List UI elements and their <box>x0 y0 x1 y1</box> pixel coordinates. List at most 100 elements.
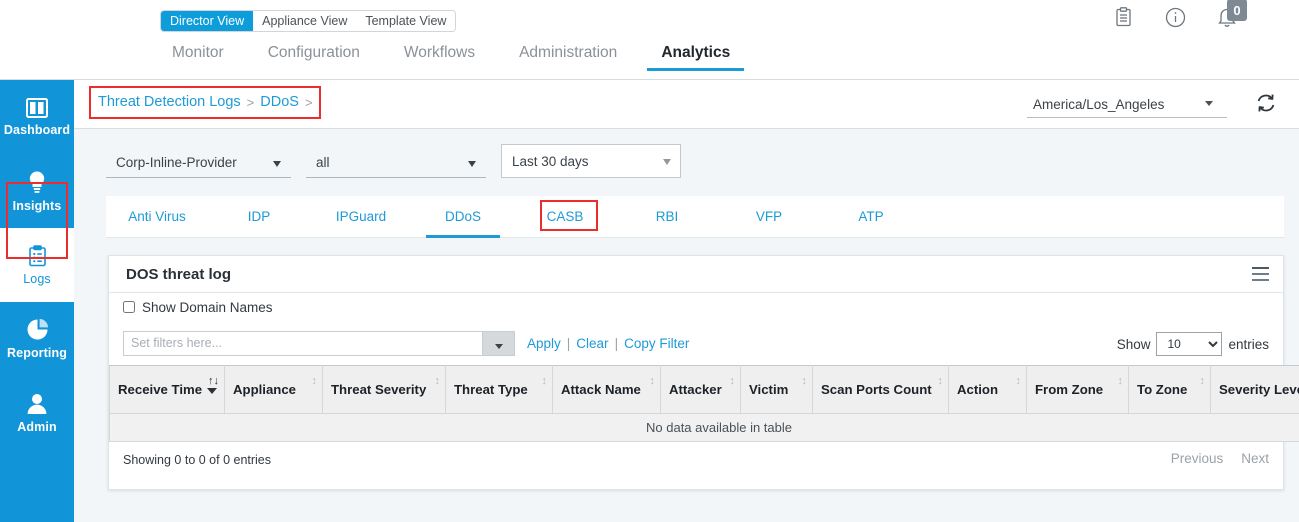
column-label: Threat Severity <box>331 382 426 397</box>
hamburger-menu-icon[interactable] <box>1252 267 1269 281</box>
notification-count-badge: 0 <box>1227 0 1247 21</box>
sidebar-item-reporting[interactable]: Reporting <box>0 302 74 376</box>
info-icon[interactable] <box>1163 5 1187 29</box>
table-header-row: Receive Time ↑↓ Appliance ↕ Threat Sever… <box>110 366 1299 414</box>
table-empty-row: No data available in table <box>110 414 1299 442</box>
tab-anti-virus[interactable]: Anti Virus <box>106 196 208 237</box>
nav-item-workflows[interactable]: Workflows <box>382 44 497 71</box>
timezone-select[interactable]: America/Los_Angeles <box>1027 92 1227 118</box>
column-label: Attack Name <box>561 382 641 397</box>
sort-icon: ↕ <box>1016 376 1022 387</box>
view-tab-appliance[interactable]: Appliance View <box>253 11 356 31</box>
show-domain-names-label: Show Domain Names <box>142 300 273 315</box>
sort-icon: ↕ <box>802 376 808 387</box>
card-header: DOS threat log <box>109 256 1283 293</box>
breadcrumb-current[interactable]: DDoS <box>260 94 299 110</box>
column-header-victim[interactable]: Victim ↕ <box>741 366 813 414</box>
column-header-attacker[interactable]: Attacker ↕ <box>661 366 741 414</box>
tab-vfp[interactable]: VFP <box>718 196 820 237</box>
tab-idp[interactable]: IDP <box>208 196 310 237</box>
view-mode-tab-group: Director View Appliance View Template Vi… <box>160 10 456 32</box>
card-title: DOS threat log <box>126 266 231 283</box>
breadcrumb-separator: > <box>247 95 255 110</box>
pie-chart-icon <box>26 318 49 341</box>
breadcrumb: Threat Detection Logs > DDoS > <box>98 94 313 110</box>
sort-icon: ↕ <box>542 376 548 387</box>
column-header-attack-name[interactable]: Attack Name ↕ <box>553 366 661 414</box>
filter-dropdown-row: Corp-Inline-Provider all Last 30 days <box>106 144 681 178</box>
filter-dropdown-button[interactable] <box>483 331 515 356</box>
nav-item-analytics[interactable]: Analytics <box>639 44 752 71</box>
bottom-strip <box>74 508 1299 522</box>
column-header-action[interactable]: Action ↕ <box>949 366 1027 414</box>
main-navigation: Monitor Configuration Workflows Administ… <box>150 44 752 71</box>
timezone-selector: America/Los_Angeles <box>1027 92 1227 118</box>
clear-filter-link[interactable]: Clear <box>576 336 608 351</box>
show-entries-control: Show 10 entries <box>1117 332 1269 356</box>
timerange-select[interactable]: Last 30 days <box>501 144 681 178</box>
scope-select[interactable]: all <box>306 148 486 178</box>
view-tab-template[interactable]: Template View <box>356 11 455 31</box>
sort-icon: ↑↓ <box>208 376 219 387</box>
tab-ipguard[interactable]: IPGuard <box>310 196 412 237</box>
filter-actions: Apply | Clear | Copy Filter <box>527 336 689 351</box>
apply-filter-link[interactable]: Apply <box>527 336 561 351</box>
sort-icon: ↕ <box>1200 376 1206 387</box>
show-entries-prefix: Show <box>1117 337 1151 352</box>
table-filter-bar: Apply | Clear | Copy Filter Show 10 entr… <box>109 321 1283 365</box>
sidebar-item-label: Reporting <box>7 346 67 360</box>
filter-input[interactable] <box>123 331 483 356</box>
breadcrumb-separator: > <box>305 95 313 110</box>
view-tab-director[interactable]: Director View <box>161 11 253 31</box>
notification-bell-icon[interactable]: 0 <box>1215 5 1239 29</box>
empty-message: No data available in table <box>110 414 1299 442</box>
copy-filter-link[interactable]: Copy Filter <box>624 336 689 351</box>
clipboard-list-icon <box>28 245 47 267</box>
column-header-appliance[interactable]: Appliance ↕ <box>225 366 323 414</box>
column-label: Threat Type <box>454 382 528 397</box>
content-area: Threat Detection Logs > DDoS > America/L… <box>74 80 1299 522</box>
column-header-scan-ports-count[interactable]: Scan Ports Count ↕ <box>813 366 949 414</box>
tab-atp[interactable]: ATP <box>820 196 922 237</box>
application-window: Director View Appliance View Template Vi… <box>0 0 1299 522</box>
lightbulb-icon <box>27 170 47 194</box>
column-label: Severity Level <box>1219 382 1299 397</box>
sidebar: Dashboard Insights Logs <box>0 80 74 522</box>
previous-page-button[interactable]: Previous <box>1171 451 1224 466</box>
sidebar-item-logs[interactable]: Logs <box>0 228 74 302</box>
nav-item-monitor[interactable]: Monitor <box>150 44 246 71</box>
nav-item-configuration[interactable]: Configuration <box>246 44 382 71</box>
clipboard-icon[interactable] <box>1111 5 1135 29</box>
show-entries-suffix: entries <box>1228 337 1269 352</box>
column-label: Action <box>957 382 998 397</box>
sidebar-item-label: Insights <box>13 199 62 213</box>
sidebar-item-dashboard[interactable]: Dashboard <box>0 80 74 154</box>
show-domain-names-checkbox[interactable] <box>123 301 135 313</box>
column-header-threat-type[interactable]: Threat Type ↕ <box>446 366 553 414</box>
sidebar-item-admin[interactable]: Admin <box>0 376 74 450</box>
scope-filter: all <box>306 148 486 178</box>
nav-item-administration[interactable]: Administration <box>497 44 639 71</box>
entries-per-page-select[interactable]: 10 <box>1156 332 1222 356</box>
dashboard-grid-icon <box>26 98 48 118</box>
separator: | <box>567 336 571 351</box>
tenant-select[interactable]: Corp-Inline-Provider <box>106 148 291 178</box>
column-label: To Zone <box>1137 382 1187 397</box>
sidebar-item-label: Logs <box>23 272 51 286</box>
column-label: Receive Time <box>118 382 202 397</box>
refresh-button[interactable] <box>1255 92 1279 116</box>
tab-casb[interactable]: CASB <box>514 196 616 237</box>
top-bar-icon-group: 0 <box>1111 5 1239 29</box>
column-header-to-zone[interactable]: To Zone ↕ <box>1129 366 1211 414</box>
sort-direction-desc-icon <box>207 388 217 394</box>
column-header-severity-level[interactable]: Severity Level ↕ <box>1211 366 1299 414</box>
next-page-button[interactable]: Next <box>1241 451 1269 466</box>
sidebar-item-insights[interactable]: Insights <box>0 154 74 228</box>
tab-rbi[interactable]: RBI <box>616 196 718 237</box>
table-footer: Showing 0 to 0 of 0 entries Previous Nex… <box>109 442 1283 478</box>
column-header-from-zone[interactable]: From Zone ↕ <box>1027 366 1129 414</box>
breadcrumb-root[interactable]: Threat Detection Logs <box>98 94 241 110</box>
tab-ddos[interactable]: DDoS <box>412 196 514 237</box>
column-header-receive-time[interactable]: Receive Time ↑↓ <box>110 366 225 414</box>
column-header-threat-severity[interactable]: Threat Severity ↕ <box>323 366 446 414</box>
